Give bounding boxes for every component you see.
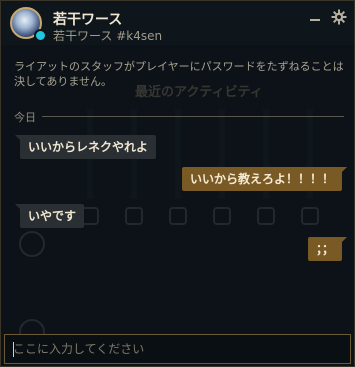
- security-notice: ライアットのスタッフがプレイヤーにパスワードをたずねることは決してありません。: [14, 60, 344, 88]
- friend-name: 若干ワース: [53, 12, 123, 28]
- friend-riot-id: 若干ワース #k4sen: [53, 29, 163, 43]
- gear-icon[interactable]: [331, 9, 347, 25]
- online-status-indicator: [34, 29, 47, 42]
- message-incoming[interactable]: いいからレネクやれよ: [14, 135, 157, 159]
- role-icon: [257, 207, 275, 225]
- role-icon: [301, 207, 319, 225]
- minimize-icon[interactable]: [308, 11, 322, 25]
- message-incoming[interactable]: いやです: [14, 204, 85, 228]
- date-divider-label: 今日: [14, 111, 36, 124]
- role-icon: [125, 207, 143, 225]
- role-icon: [169, 207, 187, 225]
- message-input-container: [4, 334, 351, 364]
- divider-line: [42, 116, 344, 117]
- text-caret: [13, 342, 14, 357]
- chat-window: プレイしたゲームの割合 最近のアクティビティ 若干ワース 若干ワース #k4se…: [0, 0, 355, 367]
- message-input[interactable]: [5, 335, 350, 363]
- chat-header: 若干ワース 若干ワース #k4sen: [1, 1, 354, 45]
- date-divider: 今日: [14, 109, 344, 124]
- download-icon: [19, 231, 45, 257]
- role-icon: [213, 207, 231, 225]
- message-outgoing[interactable]: いいから教えろよ！！！！: [181, 167, 348, 191]
- message-outgoing[interactable]: ；；: [307, 237, 348, 261]
